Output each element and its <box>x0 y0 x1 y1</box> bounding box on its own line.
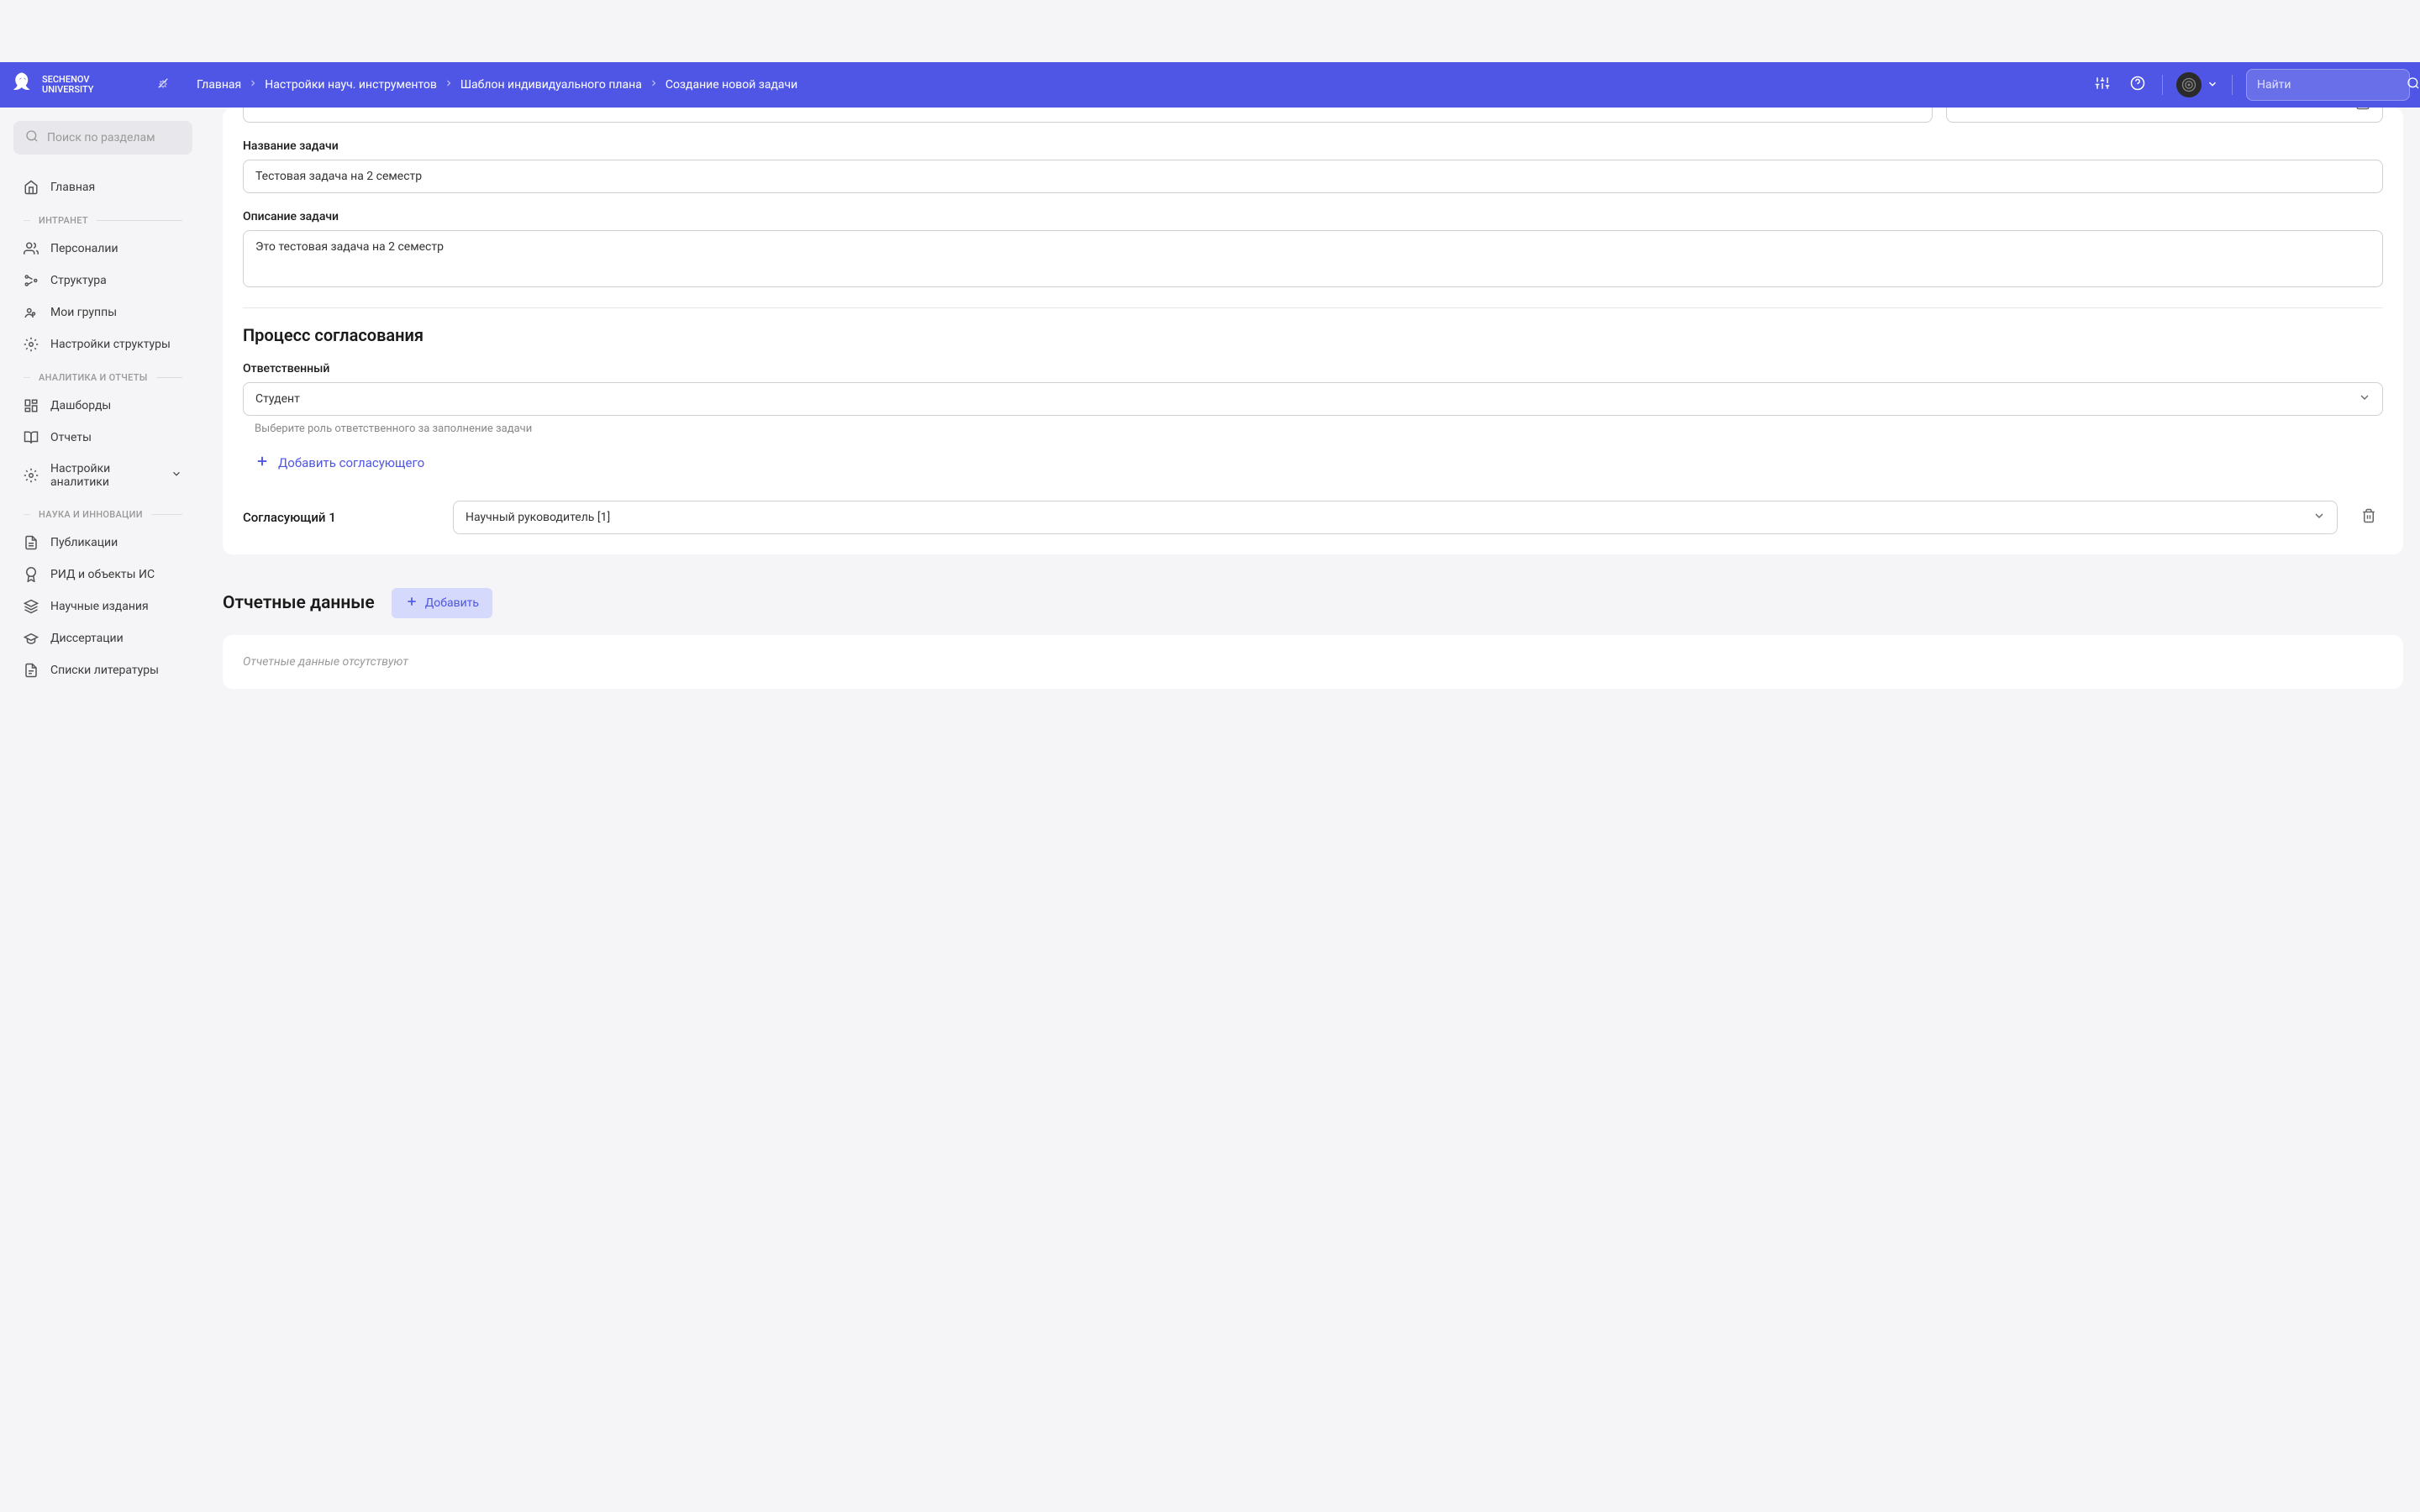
chevron-down-icon <box>2207 77 2218 93</box>
user-menu[interactable] <box>2176 72 2218 97</box>
plus-icon <box>255 454 270 472</box>
approval-section-title: Процесс согласования <box>243 325 2383 345</box>
sidebar-item-label: РИД и объекты ИС <box>50 568 155 581</box>
approver-row: Согласующий 1 Научный руководитель [1] <box>243 501 2383 534</box>
sidebar-item-structure-settings[interactable]: Настройки структуры <box>13 328 192 360</box>
approver-label: Согласующий 1 <box>243 510 436 525</box>
breadcrumb-current: Создание новой задачи <box>666 78 797 92</box>
report-empty-text: Отчетные данные отсутствуют <box>243 655 2383 669</box>
sliders-icon[interactable] <box>2091 72 2113 97</box>
layers-icon <box>24 599 39 614</box>
sidebar-item-home[interactable]: Главная <box>13 171 192 203</box>
award-icon <box>24 567 39 582</box>
pin-icon[interactable] <box>156 76 170 93</box>
breadcrumb-template[interactable]: Шаблон индивидуального плана <box>460 78 642 92</box>
sidebar-item-label: Публикации <box>50 536 118 549</box>
sidebar-item-editions[interactable]: Научные издания <box>13 591 192 622</box>
sidebar-item-groups[interactable]: Мои группы <box>13 297 192 328</box>
sidebar-section-analytics: АНАЛИТИКА И ОТЧЕТЫ <box>13 360 192 390</box>
add-report-label: Добавить <box>425 596 479 610</box>
task-form-card: Название задачи Описание задачи Процесс … <box>223 108 2403 554</box>
breadcrumb-settings[interactable]: Настройки науч. инструментов <box>265 78 437 92</box>
group-icon <box>24 305 39 320</box>
sidebar-item-rid[interactable]: РИД и объекты ИС <box>13 559 192 591</box>
sidebar-item-label: Главная <box>50 181 95 194</box>
sidebar-search[interactable] <box>13 121 192 155</box>
chevron-down-icon <box>171 468 182 483</box>
main-content: Название задачи Описание задачи Процесс … <box>206 108 2420 722</box>
dashboard-icon <box>24 398 39 413</box>
sidebar-item-dashboards[interactable]: Дашборды <box>13 390 192 422</box>
sidebar-item-label: Отчеты <box>50 431 92 444</box>
sidebar-item-label: Структура <box>50 274 107 287</box>
responsible-select[interactable]: Студент <box>243 382 2383 416</box>
search-input[interactable] <box>2257 78 2407 92</box>
global-search[interactable] <box>2246 69 2410 101</box>
breadcrumb-home[interactable]: Главная <box>197 78 241 92</box>
delete-approver-button[interactable] <box>2354 501 2383 533</box>
graduation-icon <box>24 631 39 646</box>
task-name-label: Название задачи <box>243 139 2383 153</box>
sidebar-item-label: Настройки аналитики <box>50 462 159 489</box>
divider <box>2162 75 2163 95</box>
sidebar-item-label: Списки литературы <box>50 664 159 677</box>
task-desc-label: Описание задачи <box>243 210 2383 223</box>
sidebar-item-label: Настройки структуры <box>50 338 171 351</box>
report-section-title: Отчетные данные <box>223 593 375 613</box>
sidebar-section-science: НАУКА И ИННОВАЦИИ <box>13 497 192 527</box>
task-name-input[interactable] <box>243 160 2383 193</box>
task-desc-input[interactable] <box>243 230 2383 287</box>
sidebar-item-analytics-settings[interactable]: Настройки аналитики <box>13 454 192 497</box>
sidebar-item-label: Диссертации <box>50 632 124 645</box>
sidebar-item-bibliography[interactable]: Списки литературы <box>13 654 192 686</box>
gear-icon <box>24 337 39 352</box>
search-icon <box>25 129 39 146</box>
sidebar-item-dissertations[interactable]: Диссертации <box>13 622 192 654</box>
logo-text: SECHENOV UNIVERSITY <box>42 75 93 95</box>
gear-icon <box>24 468 39 483</box>
approver-select[interactable]: Научный руководитель [1] <box>453 501 2338 534</box>
chevron-right-icon <box>248 78 258 92</box>
sidebar-item-label: Дашборды <box>50 399 111 412</box>
sidebar-item-personalii[interactable]: Персоналии <box>13 233 192 265</box>
responsible-label: Ответственный <box>243 362 2383 375</box>
divider <box>2232 75 2233 95</box>
sitemap-icon <box>24 273 39 288</box>
book-icon <box>24 430 39 445</box>
header-right <box>2091 69 2410 101</box>
add-report-button[interactable]: Добавить <box>392 588 492 618</box>
logo-area: SECHENOV UNIVERSITY <box>10 71 170 99</box>
plus-icon <box>405 595 418 612</box>
add-approver-label: Добавить согласующего <box>278 455 424 470</box>
breadcrumb: Главная Настройки науч. инструментов Шаб… <box>197 78 2081 92</box>
chevron-right-icon <box>444 78 454 92</box>
chevron-right-icon <box>649 78 659 92</box>
logo-icon <box>10 71 35 99</box>
sidebar-item-reports[interactable]: Отчеты <box>13 422 192 454</box>
app-header: SECHENOV UNIVERSITY Главная Настройки на… <box>0 62 2420 108</box>
avatar <box>2176 72 2202 97</box>
sidebar-item-label: Персоналии <box>50 242 118 255</box>
help-icon[interactable] <box>2127 72 2149 97</box>
divider <box>243 307 2383 308</box>
list-icon <box>24 663 39 678</box>
add-approver-button[interactable]: Добавить согласующего <box>243 445 436 480</box>
sidebar-search-input[interactable] <box>47 131 197 144</box>
sidebar-item-structure[interactable]: Структура <box>13 265 192 297</box>
users-icon <box>24 241 39 256</box>
sidebar-item-label: Научные издания <box>50 600 149 613</box>
sidebar-item-publications[interactable]: Публикации <box>13 527 192 559</box>
report-section-header: Отчетные данные Добавить <box>223 571 2403 635</box>
report-empty-card: Отчетные данные отсутствуют <box>223 635 2403 689</box>
home-icon <box>24 180 39 195</box>
search-icon <box>2407 76 2420 93</box>
file-icon <box>24 535 39 550</box>
responsible-hint: Выберите роль ответственного за заполнен… <box>255 423 2383 435</box>
sidebar-section-intranet: ИНТРАНЕТ <box>13 203 192 233</box>
sidebar-item-label: Мои группы <box>50 306 117 319</box>
sidebar: Главная ИНТРАНЕТ Персоналии Структура Мо… <box>0 108 206 1512</box>
